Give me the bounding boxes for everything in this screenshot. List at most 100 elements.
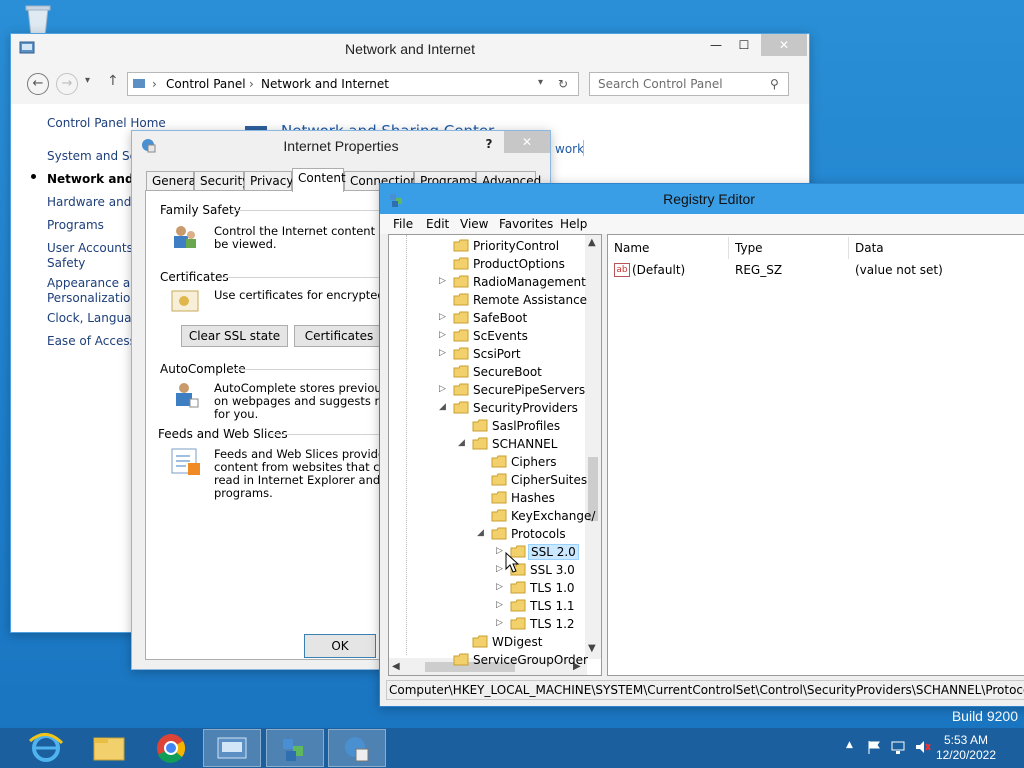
- certificates-button[interactable]: Certificates: [294, 325, 384, 347]
- expand-arrow-icon[interactable]: ▷: [496, 600, 503, 610]
- collapse-arrow-icon[interactable]: ◢: [458, 438, 465, 448]
- tab-security[interactable]: Security: [194, 171, 249, 191]
- tree-item-label: Protocols: [511, 527, 566, 541]
- up-button[interactable]: ↑: [107, 73, 119, 89]
- partial-network-link[interactable]: work: [555, 142, 584, 156]
- tree-item-label: SSL 2.0: [528, 544, 579, 560]
- nav-personalization[interactable]: Personalization: [47, 291, 138, 305]
- address-bar[interactable]: › Control Panel › Network and Internet ▾…: [127, 72, 579, 96]
- link-separator: [583, 140, 584, 156]
- column-separator[interactable]: [848, 237, 849, 259]
- menu-edit[interactable]: Edit: [426, 217, 449, 231]
- folder-icon: [472, 635, 488, 648]
- expand-arrow-icon[interactable]: ▷: [439, 312, 446, 322]
- nav-programs[interactable]: Programs: [47, 218, 104, 232]
- system-clock[interactable]: 5:53 AM 12/20/2022: [936, 733, 996, 763]
- expand-arrow-icon[interactable]: ▷: [439, 330, 446, 340]
- search-box[interactable]: Search Control Panel ⚲: [589, 72, 789, 96]
- menu-view[interactable]: View: [460, 217, 488, 231]
- breadcrumb-separator: ›: [249, 77, 254, 91]
- recent-pages-dropdown[interactable]: ▾: [85, 75, 90, 86]
- scroll-left-arrow[interactable]: ◀: [392, 661, 400, 672]
- folder-icon: [472, 437, 488, 450]
- nav-user-accounts[interactable]: User Accounts a: [47, 241, 144, 255]
- folder-icon: [453, 401, 469, 414]
- column-header-data[interactable]: Data: [855, 241, 884, 255]
- help-button[interactable]: ?: [474, 133, 504, 155]
- tab-privacy[interactable]: Privacy: [244, 171, 293, 191]
- breadcrumb-control-panel[interactable]: Control Panel: [166, 77, 246, 91]
- tree-vertical-scrollbar[interactable]: ▲ ▼: [585, 235, 601, 659]
- expand-arrow-icon[interactable]: ▷: [439, 276, 446, 286]
- folder-icon: [453, 293, 469, 306]
- control-panel-taskbar-icon[interactable]: [203, 729, 261, 767]
- tree-item-label: Hashes: [511, 491, 555, 505]
- ok-button[interactable]: OK: [304, 634, 376, 658]
- refresh-button[interactable]: ↻: [558, 77, 568, 91]
- forward-button[interactable]: →: [56, 73, 78, 95]
- tree-item-label: SaslProfiles: [492, 419, 561, 433]
- folder-icon: [491, 491, 507, 504]
- scroll-down-arrow[interactable]: ▼: [588, 643, 596, 654]
- back-button[interactable]: ←: [27, 73, 49, 95]
- column-header-name[interactable]: Name: [614, 241, 649, 255]
- menu-help[interactable]: Help: [560, 217, 587, 231]
- tab-content[interactable]: Content: [292, 168, 346, 192]
- internet-explorer-icon[interactable]: [16, 729, 74, 767]
- registry-editor-taskbar-icon[interactable]: [266, 729, 324, 767]
- menu-favorites[interactable]: Favorites: [499, 217, 553, 231]
- clear-ssl-state-button[interactable]: Clear SSL state: [181, 325, 288, 347]
- search-input[interactable]: Search Control Panel: [598, 77, 723, 91]
- control-panel-titlebar[interactable]: Network and Internet — ☐ ✕: [11, 34, 809, 64]
- chrome-icon[interactable]: [142, 729, 200, 767]
- show-hidden-icons-button[interactable]: ▲: [846, 740, 853, 768]
- close-button[interactable]: ✕: [504, 131, 550, 153]
- folder-icon: [453, 347, 469, 360]
- collapse-arrow-icon[interactable]: ◢: [477, 528, 484, 538]
- column-separator[interactable]: [728, 237, 729, 259]
- expand-arrow-icon[interactable]: ▷: [496, 618, 503, 628]
- network-icon[interactable]: [890, 739, 908, 768]
- maximize-button[interactable]: ☐: [729, 34, 759, 56]
- folder-icon: [491, 509, 507, 522]
- action-center-flag-icon[interactable]: [866, 739, 882, 768]
- feeds-label: Feeds and Web Slices: [158, 427, 288, 441]
- registry-key-tree[interactable]: ▲ ▼ ◀ ▶ PriorityControl ProductOptions ▷ Ra…: [388, 234, 602, 676]
- folder-icon: [510, 617, 526, 630]
- expand-arrow-icon[interactable]: ▷: [439, 384, 446, 394]
- tab-general[interactable]: General: [146, 171, 199, 191]
- address-dropdown[interactable]: ▾: [538, 77, 543, 88]
- tree-item-label: ScEvents: [473, 329, 528, 343]
- nav-system-and-security[interactable]: System and Sec: [47, 149, 144, 163]
- registry-values-list[interactable]: Name Type Data ab (Default) REG_SZ (valu…: [607, 234, 1024, 676]
- expand-arrow-icon[interactable]: ▷: [439, 348, 446, 358]
- nav-clock-language[interactable]: Clock, Languag: [47, 311, 139, 325]
- clock-date: 12/20/2022: [935, 748, 996, 762]
- nav-user-accounts-safety[interactable]: Safety: [47, 256, 85, 270]
- nav-hardware-and-sound[interactable]: Hardware and S: [47, 195, 143, 209]
- clock-time: 5:53 AM: [943, 733, 988, 747]
- breadcrumb-network-and-internet[interactable]: Network and Internet: [261, 77, 389, 91]
- nav-control-panel-home[interactable]: Control Panel Home: [47, 116, 166, 130]
- nav-ease-of-access[interactable]: Ease of Access: [47, 334, 136, 348]
- registry-editor-titlebar[interactable]: Registry Editor: [380, 184, 1024, 214]
- registry-editor-title: Registry Editor: [663, 191, 755, 207]
- column-header-type[interactable]: Type: [735, 241, 763, 255]
- tree-item-label: SecurityProviders: [473, 401, 578, 415]
- internet-properties-taskbar-icon[interactable]: [328, 729, 386, 767]
- close-button[interactable]: ✕: [761, 34, 807, 56]
- folder-icon: [510, 581, 526, 594]
- internet-properties-titlebar[interactable]: Internet Properties ? ✕: [132, 131, 550, 161]
- minimize-button[interactable]: —: [701, 34, 731, 56]
- volume-muted-icon[interactable]: [914, 739, 932, 768]
- expand-arrow-icon[interactable]: ▷: [496, 564, 503, 574]
- search-icon[interactable]: ⚲: [770, 77, 779, 91]
- tree-item-label: WDigest: [492, 635, 543, 649]
- menu-file[interactable]: File: [393, 217, 413, 231]
- file-explorer-icon[interactable]: [80, 729, 138, 767]
- value-name[interactable]: (Default): [632, 263, 685, 277]
- expand-arrow-icon[interactable]: ▷: [496, 546, 503, 556]
- expand-arrow-icon[interactable]: ▷: [496, 582, 503, 592]
- collapse-arrow-icon[interactable]: ◢: [439, 402, 446, 412]
- scroll-up-arrow[interactable]: ▲: [588, 237, 596, 248]
